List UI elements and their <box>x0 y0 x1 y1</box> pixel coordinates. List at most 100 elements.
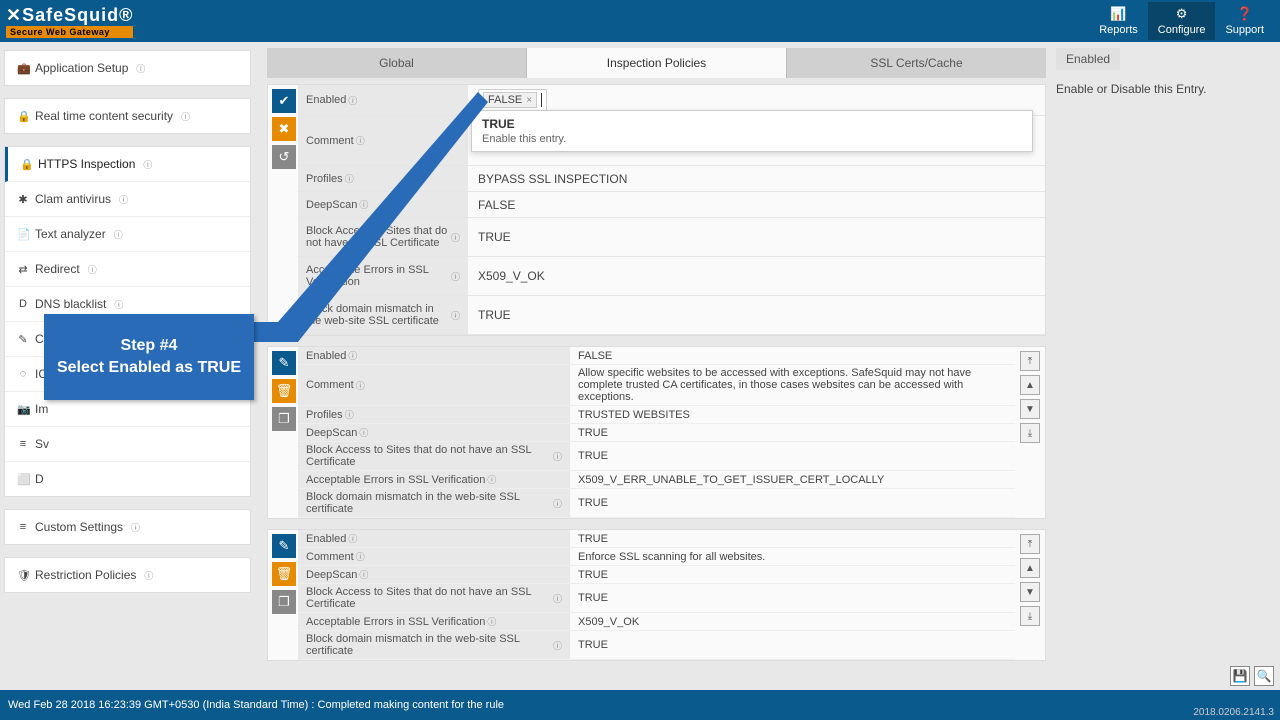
sidebar-item-https-inspection[interactable]: 🔒 HTTPS Inspection ⓘ <box>5 147 250 182</box>
sidebar-item-label: Real time content security <box>35 109 173 123</box>
move-up-button[interactable]: ▲ <box>1020 558 1040 578</box>
sidebar-item-sv[interactable]: ≡ Sv <box>5 427 250 462</box>
sidebar-item-label: HTTPS Inspection <box>38 157 135 171</box>
move-down-button[interactable]: ▼ <box>1020 399 1040 419</box>
search-icon: 🔍 <box>1257 669 1272 683</box>
sidebar-item-label: Custom Settings <box>35 520 123 534</box>
help-description: Enable or Disable this Entry. <box>1056 82 1274 96</box>
sidebar-item-d[interactable]: ⬜ D <box>5 462 250 496</box>
edit-button[interactable]: ✎ <box>272 534 296 558</box>
field-value[interactable]: TRUE <box>468 226 1045 248</box>
dropdown-option-true[interactable]: TRUE Enable this entry. <box>472 111 1032 151</box>
reports-button[interactable]: 📊 Reports <box>1089 2 1148 40</box>
field-value[interactable]: BYPASS SSL INSPECTION <box>468 168 1045 190</box>
move-top-button[interactable]: ⤒ <box>1020 534 1040 554</box>
rule-panel: ✎ 🗑 ❐ Enabled ⓘTRUE Comment ⓘEnforce SSL… <box>267 529 1046 661</box>
version-text: 2018.0206.2141.3 <box>1193 707 1274 718</box>
swap-icon: ⇄ <box>17 263 29 276</box>
info-icon: ⓘ <box>119 193 128 206</box>
field-value: TRUE <box>570 566 1015 583</box>
down-icon: ▼ <box>1025 587 1035 598</box>
dns-icon: D <box>17 298 29 310</box>
callout-text: Step #4 Select Enabled as TRUE <box>57 335 241 378</box>
tab-global[interactable]: Global <box>267 48 527 78</box>
field-label: Block Access to Sites that do not have a… <box>298 218 468 256</box>
dropdown-option-title: TRUE <box>482 117 1022 131</box>
field-label: Acceptable Errors in SSL Verification ⓘ <box>298 471 570 488</box>
support-button[interactable]: ❓ Support <box>1215 2 1274 40</box>
field-value: TRUE <box>570 530 1015 547</box>
save-config-button[interactable]: 💾 <box>1230 666 1250 686</box>
field-value: Allow specific websites to be accessed w… <box>570 365 1015 405</box>
clone-button[interactable]: ❐ <box>272 407 296 431</box>
tabs: Global Inspection Policies SSL Certs/Cac… <box>267 48 1046 78</box>
sidebar-item-redirect[interactable]: ⇄ Redirect ⓘ <box>5 252 250 287</box>
field-label: Profiles ⓘ <box>298 166 468 191</box>
camera-icon: 📷 <box>17 403 29 416</box>
up-icon: ▲ <box>1025 380 1035 391</box>
sidebar-item-text-analyzer[interactable]: 📄 Text analyzer ⓘ <box>5 217 250 252</box>
sidebar-item-label: Redirect <box>35 262 80 276</box>
field-value: TRUE <box>570 424 1015 441</box>
move-top-button[interactable]: ⤒ <box>1020 351 1040 371</box>
lock-icon: 🔒 <box>17 110 29 123</box>
gear-icon: ⚙ <box>1158 6 1206 22</box>
up-icon: ▲ <box>1025 563 1035 574</box>
delete-button[interactable]: 🗑 <box>272 562 296 586</box>
tab-ssl-certs[interactable]: SSL Certs/Cache <box>787 48 1046 78</box>
pencil-icon: ✎ <box>279 355 290 371</box>
field-value[interactable]: FALSE <box>468 194 1045 216</box>
logo: ✕SafeSquid® Secure Web Gateway <box>6 5 133 38</box>
field-label: Block Access to Sites that do not have a… <box>298 442 570 470</box>
field-value[interactable]: X509_V_OK <box>468 265 1045 287</box>
move-bottom-button[interactable]: ⤓ <box>1020 606 1040 626</box>
move-up-button[interactable]: ▲ <box>1020 375 1040 395</box>
move-down-button[interactable]: ▼ <box>1020 582 1040 602</box>
chart-icon: 📊 <box>1099 6 1138 22</box>
sidebar-item-realtime-security[interactable]: 🔒 Real time content security ⓘ <box>5 99 250 133</box>
double-up-icon: ⤒ <box>1028 539 1032 550</box>
move-bottom-button[interactable]: ⤓ <box>1020 423 1040 443</box>
field-value[interactable]: TRUE <box>468 304 1045 326</box>
info-icon: ⓘ <box>131 521 140 534</box>
cancel-button[interactable]: ✖ <box>272 117 296 141</box>
field-label: Block domain mismatch in the web-site SS… <box>298 489 570 517</box>
info-icon: ⓘ <box>114 228 123 241</box>
sidebar-item-application-setup[interactable]: 💼 Application Setup ⓘ <box>5 51 250 85</box>
sidebar-item-restriction-policies[interactable]: 🛡 Restriction Policies ⓘ <box>5 558 250 592</box>
configure-button[interactable]: ⚙ Configure <box>1148 2 1216 40</box>
asterisk-icon: ✱ <box>17 193 29 206</box>
field-label: Acceptable Errors in SSL Verification ⓘ <box>298 257 468 295</box>
help-badge: Enabled <box>1056 48 1120 70</box>
tab-inspection-policies[interactable]: Inspection Policies <box>527 48 787 78</box>
info-icon: ⓘ <box>143 158 152 171</box>
info-icon: ⓘ <box>181 110 190 123</box>
revert-button[interactable]: ↺ <box>272 145 296 169</box>
sidebar-item-custom-settings[interactable]: ≡ Custom Settings ⓘ <box>5 510 250 544</box>
sidebar-item-label: Text analyzer <box>35 227 106 241</box>
brand-tag: Secure Web Gateway <box>6 26 133 38</box>
field-label: Block Access to Sites that do not have a… <box>298 584 570 612</box>
list-icon: ≡ <box>17 438 29 450</box>
remove-tag-icon[interactable]: × <box>526 95 532 106</box>
field-label: Comment ⓘ <box>298 116 468 165</box>
shield-icon: 🛡 <box>17 569 29 582</box>
footer: Wed Feb 28 2018 16:23:39 GMT+0530 (India… <box>0 690 1280 720</box>
field-value: Enforce SSL scanning for all websites. <box>570 548 1015 565</box>
field-label: Enabled ⓘ <box>298 347 570 364</box>
field-value: TRUE <box>570 631 1015 659</box>
save-button[interactable]: ✔ <box>272 89 296 113</box>
field-value: TRUE <box>570 584 1015 612</box>
search-button[interactable]: 🔍 <box>1254 666 1274 686</box>
check-icon: ✔ <box>279 93 290 109</box>
enabled-selector[interactable]: FALSE × <box>478 89 547 111</box>
sidebar-item-clam[interactable]: ✱ Clam antivirus ⓘ <box>5 182 250 217</box>
status-text: Wed Feb 28 2018 16:23:39 GMT+0530 (India… <box>8 699 504 711</box>
briefcase-icon: 💼 <box>17 62 29 75</box>
copy-icon: ❐ <box>278 594 290 610</box>
enabled-dropdown[interactable]: TRUE Enable this entry. <box>471 110 1033 152</box>
delete-button[interactable]: 🗑 <box>272 379 296 403</box>
edit-button[interactable]: ✎ <box>272 351 296 375</box>
field-label: DeepScan ⓘ <box>298 424 570 441</box>
clone-button[interactable]: ❐ <box>272 590 296 614</box>
